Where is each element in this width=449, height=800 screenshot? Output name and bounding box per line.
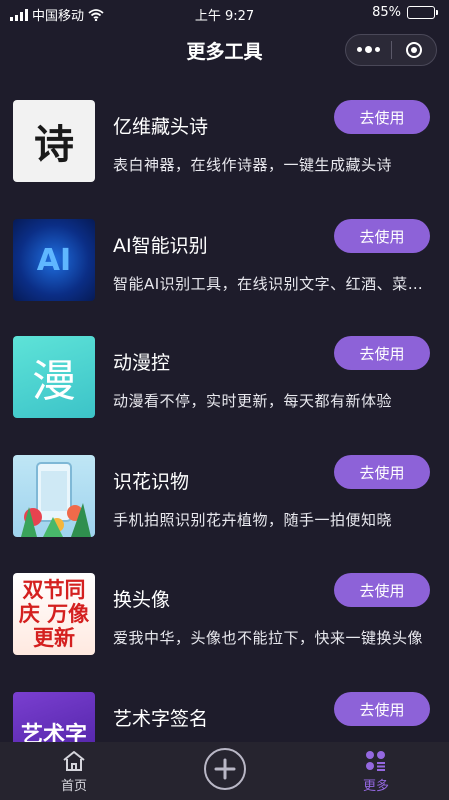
home-icon [63, 751, 85, 771]
tool-title: 识花识物 [113, 471, 190, 493]
poem-thumbnail: 诗 [13, 100, 95, 182]
use-button[interactable]: 去使用 [334, 455, 430, 489]
thumbnail-text: 艺术字 [20, 723, 87, 742]
battery-percent: 85% [372, 5, 401, 20]
add-button[interactable] [204, 748, 246, 790]
tool-title: 亿维藏头诗 [113, 116, 209, 138]
list-item[interactable]: 漫 动漫控 动漫看不停，实时更新，每天都有新体验 去使用 [0, 318, 449, 428]
anime-thumbnail: 漫 [13, 336, 95, 418]
tab-more-label: 更多 [362, 779, 389, 794]
tab-home-label: 首页 [60, 779, 87, 794]
tool-description: 爱我中华，头像也不能拉下，快来一键换头像 [113, 629, 424, 647]
flower-thumbnail [13, 455, 95, 537]
tool-description: 智能AI识别工具，在线识别文字、红酒、菜品等 [113, 275, 433, 293]
use-button[interactable]: 去使用 [334, 692, 430, 726]
close-miniprogram-button[interactable] [392, 42, 437, 58]
tab-bar: 首页 更多 [0, 742, 449, 800]
tab-home[interactable]: 首页 [50, 742, 98, 800]
tool-list[interactable]: 诗 亿维藏头诗 表白神器，在线作诗器，一键生成藏头诗 去使用 AI AI智能识别… [0, 82, 449, 742]
avatar-thumbnail: 双节同庆 万像更新 [13, 573, 95, 655]
list-item[interactable]: 诗 亿维藏头诗 表白神器，在线作诗器，一键生成藏头诗 去使用 [0, 82, 449, 192]
art-signature-thumbnail: 艺术字 [13, 692, 95, 742]
plus-icon [214, 758, 236, 780]
tool-title: AI智能识别 [113, 235, 208, 257]
thumbnail-text: AI [36, 242, 72, 278]
use-button[interactable]: 去使用 [334, 573, 430, 607]
tab-more[interactable]: 更多 [352, 742, 400, 800]
thumbnail-text: 双节同庆 万像更新 [18, 578, 90, 650]
tool-description: 手机拍照识别花卉植物，随手一拍便知晓 [113, 511, 393, 529]
list-item[interactable]: 艺术字 艺术字签名 去使用 [0, 674, 449, 742]
tool-description: 表白神器，在线作诗器，一键生成藏头诗 [113, 156, 393, 174]
status-right: 85% [372, 5, 438, 20]
ai-thumbnail: AI [13, 219, 95, 301]
status-bar: 中国移动 上午 9:27 85% [0, 0, 449, 28]
more-dots-icon [356, 47, 362, 52]
tool-description: 动漫看不停，实时更新，每天都有新体验 [113, 392, 393, 410]
tool-title: 艺术字签名 [113, 708, 209, 730]
use-button[interactable]: 去使用 [334, 336, 430, 370]
tool-title: 动漫控 [113, 352, 171, 374]
miniprogram-capsule [345, 34, 437, 66]
use-button[interactable]: 去使用 [334, 219, 430, 253]
list-item[interactable]: 识花识物 手机拍照识别花卉植物，随手一拍便知晓 去使用 [0, 437, 449, 547]
list-item[interactable]: 双节同庆 万像更新 换头像 爱我中华，头像也不能拉下，快来一键换头像 去使用 [0, 555, 449, 665]
nav-bar: 更多工具 [0, 28, 449, 72]
battery-icon [407, 6, 438, 19]
list-item[interactable]: AI AI智能识别 智能AI识别工具，在线识别文字、红酒、菜品等 去使用 [0, 201, 449, 311]
thumbnail-text: 诗 [34, 121, 74, 168]
more-options-button[interactable] [346, 46, 391, 53]
tool-title: 换头像 [113, 589, 171, 611]
grid-icon [366, 751, 385, 771]
phone-flower-illustration [21, 462, 91, 537]
use-button[interactable]: 去使用 [334, 100, 430, 134]
thumbnail-text: 漫 [32, 356, 76, 407]
target-icon [405, 42, 422, 58]
